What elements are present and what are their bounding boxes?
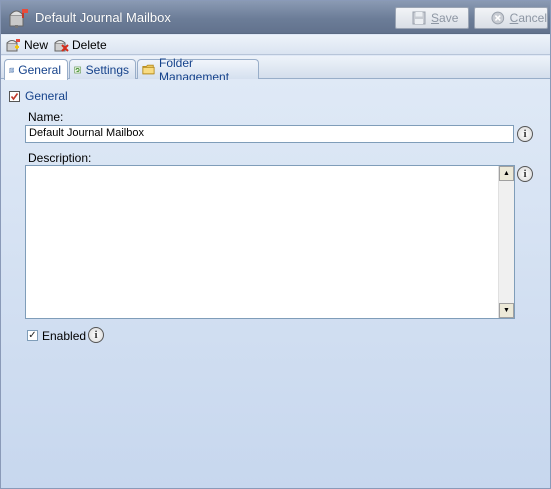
description-info-icon[interactable]: i [517,166,533,182]
description-textarea[interactable]: ▲ ▼ [25,165,515,319]
folder-icon [142,64,155,75]
floppy-disk-icon [412,11,426,25]
delete-button-label: Delete [72,38,107,52]
collapse-checkbox-icon [9,90,20,102]
title-bar: Default Journal Mailbox Save Cancel [1,1,550,34]
description-label: Description: [28,151,92,165]
enabled-info-icon[interactable]: i [88,327,104,343]
general-tab-panel: General Name: Default Journal Mailbox i … [1,80,550,488]
enabled-checkbox[interactable]: ✓ [27,330,38,341]
tab-general[interactable]: General [4,59,68,80]
general-section-header[interactable]: General [9,89,68,103]
new-mailbox-icon [6,39,20,52]
tab-strip: General Settings Folder Management [1,56,550,84]
name-input[interactable]: Default Journal Mailbox [25,125,514,143]
window-title: Default Journal Mailbox [35,10,171,25]
new-button[interactable]: New [6,37,48,53]
tab-settings[interactable]: Settings [69,59,136,79]
cancel-button[interactable]: Cancel [474,7,548,29]
cancel-button-label: Cancel [509,11,547,25]
enabled-label: Enabled [42,329,87,343]
settings-icon [74,66,81,73]
name-info-icon[interactable]: i [517,126,533,142]
delete-mailbox-icon [54,40,69,52]
scroll-down-button[interactable]: ▼ [499,303,514,318]
tab-folder-management[interactable]: Folder Management [137,56,259,84]
general-section-title: General [25,89,68,103]
save-button-label: Save [431,11,459,25]
toolbar: New Delete [1,35,550,55]
tab-settings-label: Settings [85,62,129,77]
description-scrollbar[interactable]: ▲ ▼ [498,166,514,318]
scroll-up-button[interactable]: ▲ [499,166,514,181]
mailbox-icon [9,9,28,28]
general-page-icon [9,67,15,73]
tab-general-label: General [18,63,61,77]
delete-button[interactable]: Delete [54,37,107,53]
name-label: Name: [28,110,64,124]
save-button[interactable]: Save [395,7,469,29]
new-button-label: New [24,38,49,52]
journal-mailbox-window: Default Journal Mailbox Save Cancel New … [0,0,551,489]
cancel-circle-icon [491,11,505,25]
